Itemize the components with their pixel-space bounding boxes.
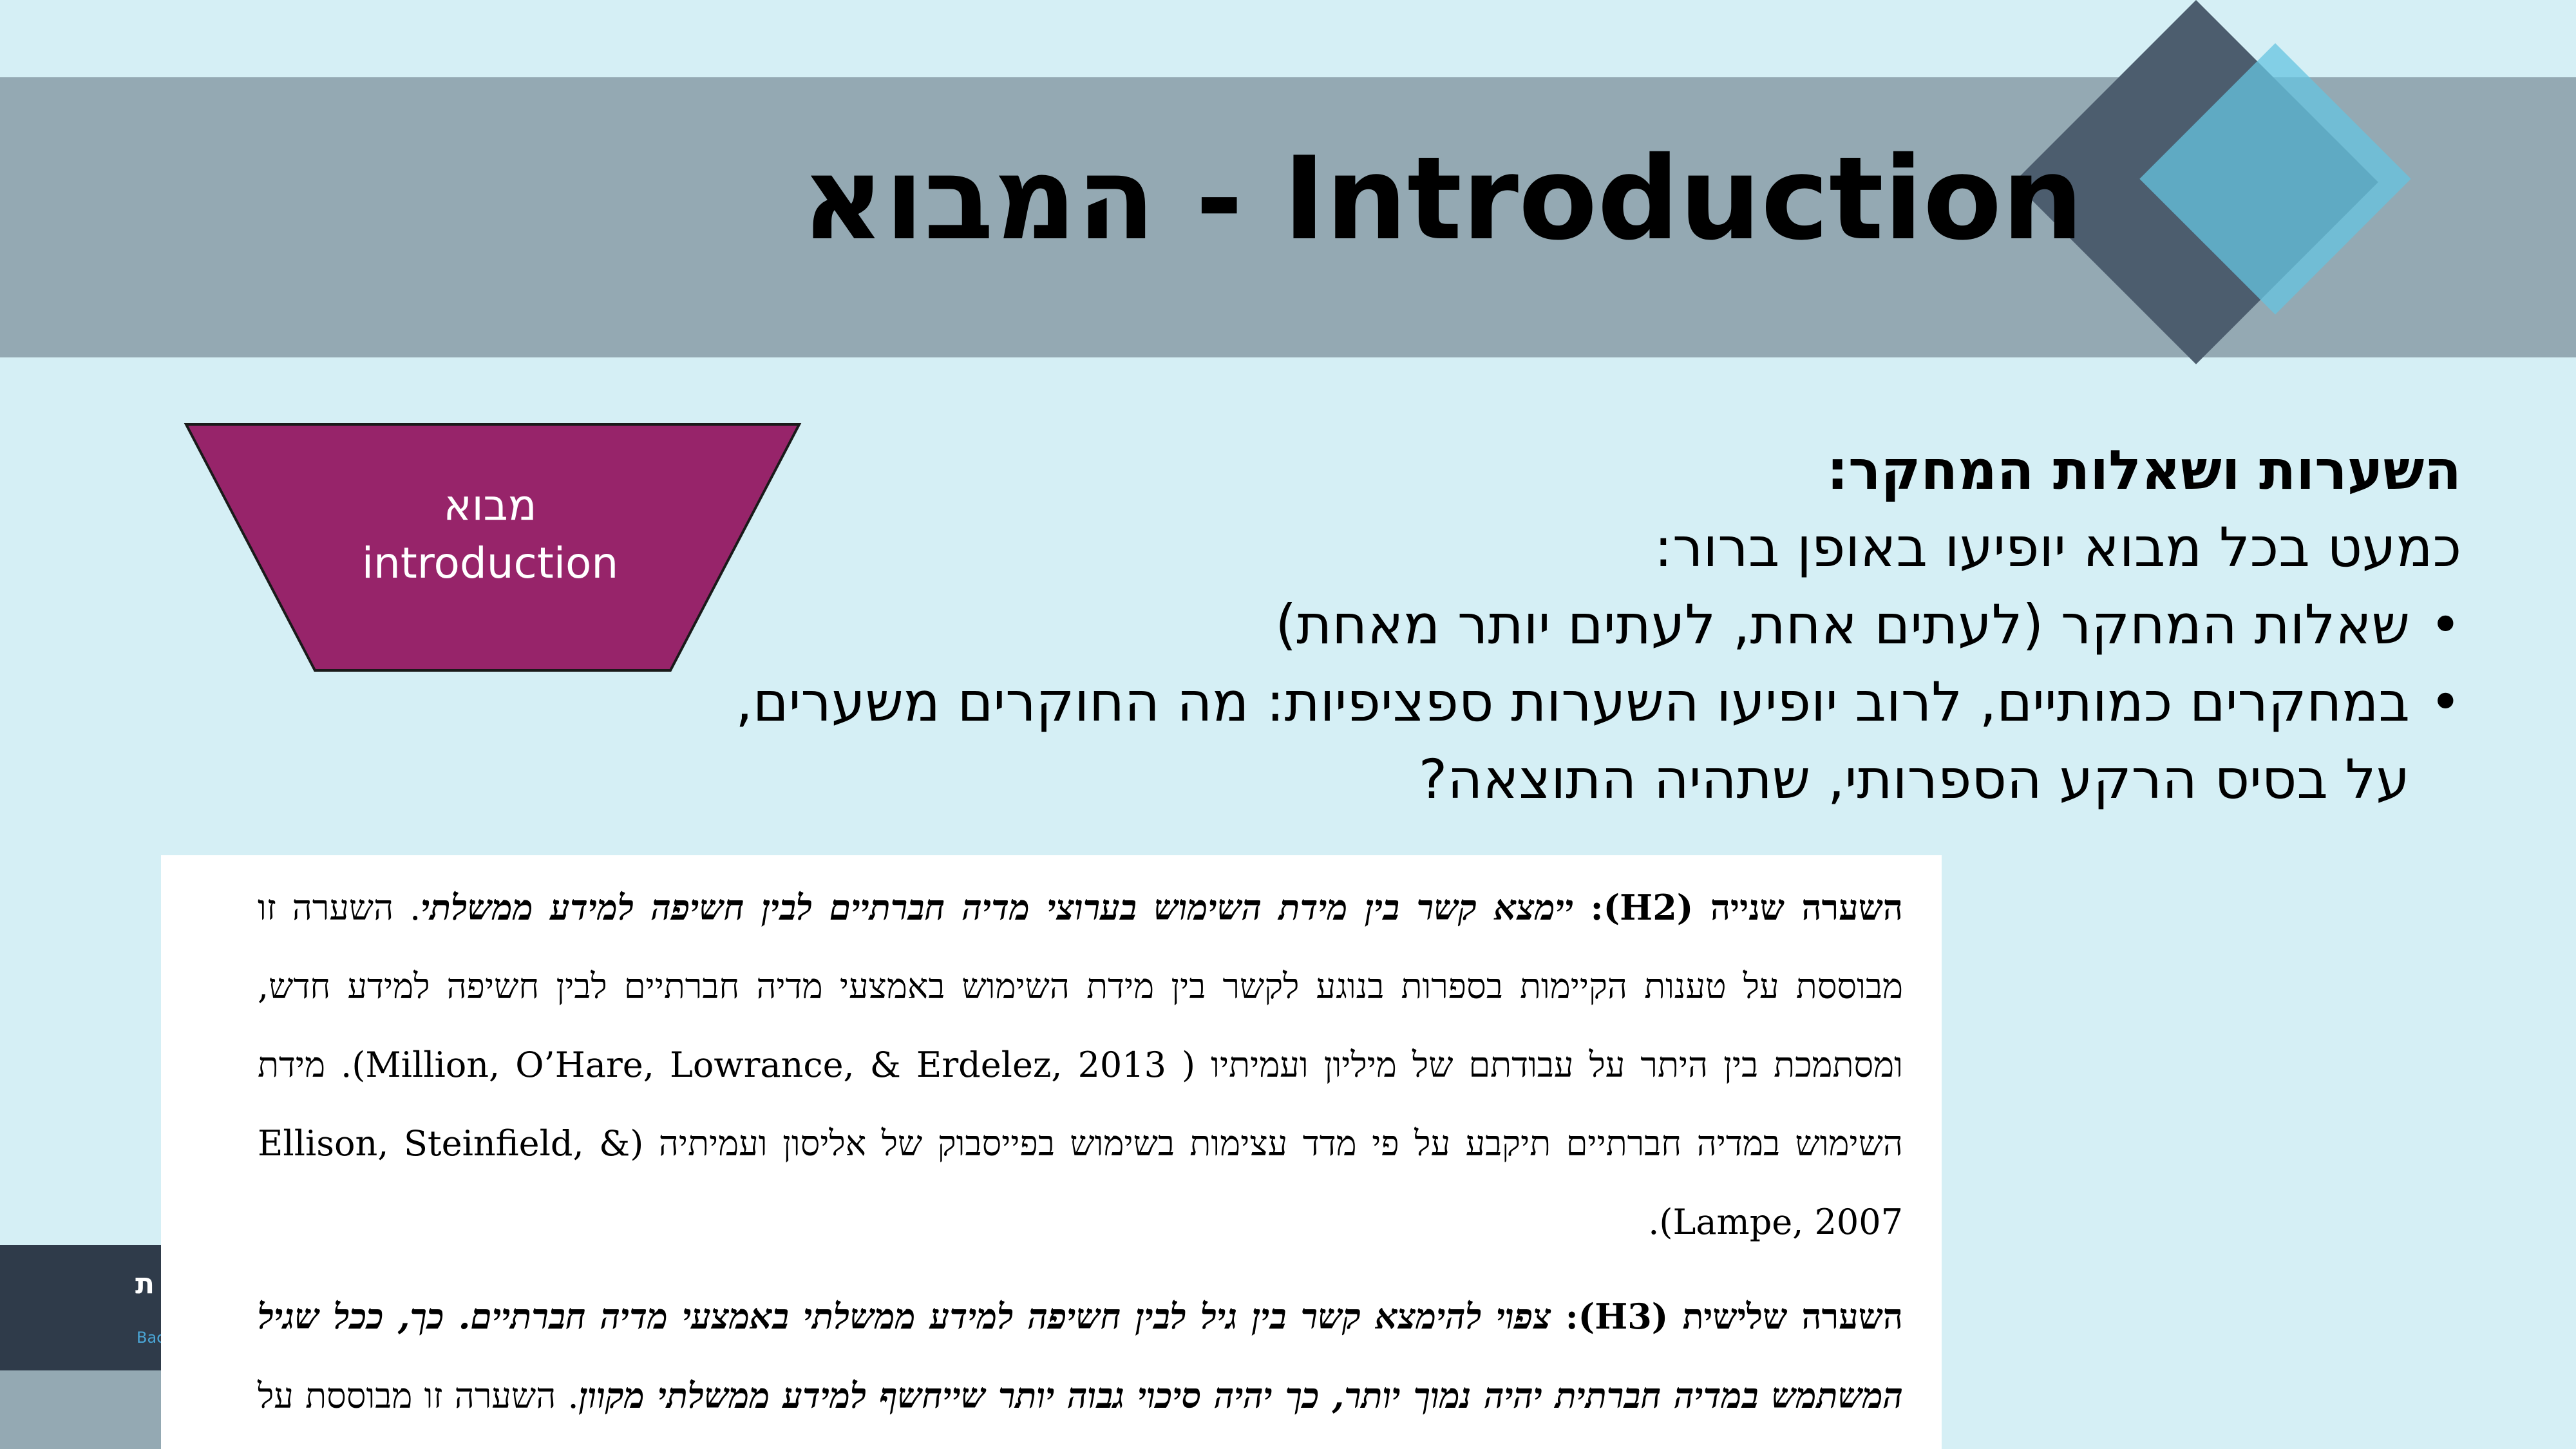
- h2-label: השערה שנייה (H2):: [1573, 887, 1903, 928]
- content-heading: השערות ושאלות המחקר:: [1826, 439, 2461, 502]
- trapezoid-label-hebrew: מבוא: [443, 480, 537, 530]
- bullet-item: במחקרים כמותיים, לרוב יופיעו השערות ספצי…: [723, 663, 2461, 818]
- footer-panel-light: [0, 1370, 167, 1449]
- h2-hypothesis: יימצא קשר בין מידת השימוש בערוצי מדיה חב…: [421, 887, 1574, 928]
- trapezoid-label: מבוא introduction: [184, 477, 797, 592]
- content-intro: כמעט בכל מבוא יופיעו באופן ברור:: [1654, 516, 2461, 579]
- hypothesis-h3-paragraph: השערה שלישית (H3): צפוי להימצא קשר בין ג…: [258, 1277, 1903, 1449]
- content-bullet-list: שאלות המחקר (לעתים אחת, לעתים יותר מאחת)…: [723, 586, 2461, 818]
- footer-text: ת: [135, 1267, 155, 1300]
- h2-text: . השערה זו מבוססת על טענות הקיימות בספרו…: [258, 887, 1903, 1242]
- hypothesis-h2-paragraph: השערה שנייה (H2): יימצא קשר בין מידת השי…: [258, 868, 1903, 1262]
- bullet-item: שאלות המחקר (לעתים אחת, לעתים יותר מאחת): [723, 586, 2461, 663]
- footer-panel-dark: [0, 1245, 167, 1370]
- slide-body: השערות ושאלות המחקר: כמעט בכל מבוא יופיע…: [723, 431, 2461, 818]
- trapezoid-label-english: introduction: [361, 538, 619, 588]
- h3-label: השערה שלישית (H3):: [1551, 1296, 1903, 1337]
- slide-title: Introduction - המבוא: [800, 132, 2083, 265]
- document-excerpt-image: השערה שנייה (H2): יימצא קשר בין מידת השי…: [161, 855, 1942, 1449]
